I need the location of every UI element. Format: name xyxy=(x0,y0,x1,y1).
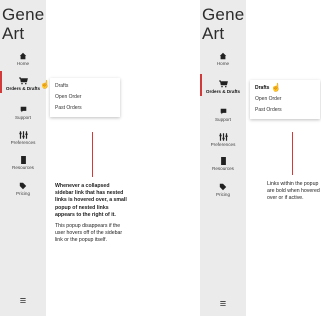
sidebar-item-label: Support xyxy=(14,115,32,120)
popup-item-drafts[interactable]: Drafts xyxy=(250,83,320,94)
popup-item-drafts[interactable]: Drafts xyxy=(50,81,120,92)
annotation-bold-text: Whenever a collapsed sidebar link that h… xyxy=(55,183,127,218)
sidebar-item-label: Pricing xyxy=(215,192,231,197)
sliders-icon xyxy=(0,131,46,140)
sidebar-item-support[interactable]: Support xyxy=(0,106,46,121)
sidebar-item-label: Home xyxy=(16,61,30,66)
annotation-text: Links within the popup are bold when hov… xyxy=(267,181,320,202)
annotation-line xyxy=(292,132,293,175)
annotation-note-left: Whenever a collapsed sidebar link that h… xyxy=(55,183,127,249)
sidebar-item-pricing[interactable]: Pricing xyxy=(0,182,46,197)
app-title-line2: Art xyxy=(2,24,25,43)
cursor-icon: ☝ xyxy=(40,80,50,89)
chat-icon xyxy=(200,108,246,117)
book-icon xyxy=(200,157,246,166)
sidebar-item-support[interactable]: Support xyxy=(200,108,246,123)
sidebar-item-label: Preferences xyxy=(10,140,36,145)
chat-icon xyxy=(0,106,46,115)
app-title: Gene Art xyxy=(2,5,44,43)
popup-item-past-orders[interactable]: Past Orders xyxy=(50,103,120,114)
popup-item-past-orders[interactable]: Past Orders xyxy=(250,105,320,116)
sidebar-item-pricing[interactable]: Pricing xyxy=(200,183,246,198)
nested-links-popup: Drafts Open Order Past Orders xyxy=(250,80,320,119)
home-icon xyxy=(0,52,46,61)
sidebar-item-label: Resources xyxy=(212,166,234,171)
sidebar-item-resources[interactable]: Resources xyxy=(0,156,46,171)
popup-item-open-order[interactable]: Open Order xyxy=(250,94,320,105)
app-title-line2: Art xyxy=(202,24,225,43)
menu-icon[interactable]: ≡ xyxy=(0,295,46,307)
annotation-plain-text: This popup disappears if the user hovers… xyxy=(55,223,123,244)
annotation-line xyxy=(92,132,93,177)
menu-icon[interactable]: ≡ xyxy=(200,298,246,310)
sidebar-item-label: Support xyxy=(214,117,232,122)
sidebar-item-label: Preferences xyxy=(210,142,236,147)
tag-icon xyxy=(200,183,246,192)
popup-item-open-order[interactable]: Open Order xyxy=(50,92,120,103)
sidebar-item-label: Pricing xyxy=(15,191,31,196)
annotation-note-right: Links within the popup are bold when hov… xyxy=(267,181,321,207)
nested-links-popup: Drafts Open Order Past Orders xyxy=(50,78,120,117)
sidebar-item-label: Resources xyxy=(12,165,34,170)
book-icon xyxy=(0,156,46,165)
tag-icon xyxy=(0,182,46,191)
sidebar-item-orders-drafts[interactable]: Orders & Drafts xyxy=(200,80,246,95)
app-title-line1: Gene xyxy=(202,5,245,24)
sidebar-item-resources[interactable]: Resources xyxy=(200,157,246,172)
sidebar-item-label: Home xyxy=(216,61,230,66)
sidebar-item-home[interactable]: Home xyxy=(0,52,46,67)
sidebar-item-label: Orders & Drafts xyxy=(205,89,241,94)
app-title-line1: Gene xyxy=(2,5,45,24)
home-icon xyxy=(200,52,246,61)
cart-icon xyxy=(200,80,246,89)
cursor-icon: ☝ xyxy=(271,83,281,92)
left-sidebar: Gene Art Home Orders & Drafts Support Pr… xyxy=(0,0,46,316)
sidebar-item-preferences[interactable]: Preferences xyxy=(200,133,246,148)
sliders-icon xyxy=(200,133,246,142)
app-title: Gene Art xyxy=(202,5,244,43)
sidebar-item-home[interactable]: Home xyxy=(200,52,246,67)
sidebar-item-preferences[interactable]: Preferences xyxy=(0,131,46,146)
right-sidebar: Gene Art Home Orders & Drafts Support Pr… xyxy=(200,0,246,316)
